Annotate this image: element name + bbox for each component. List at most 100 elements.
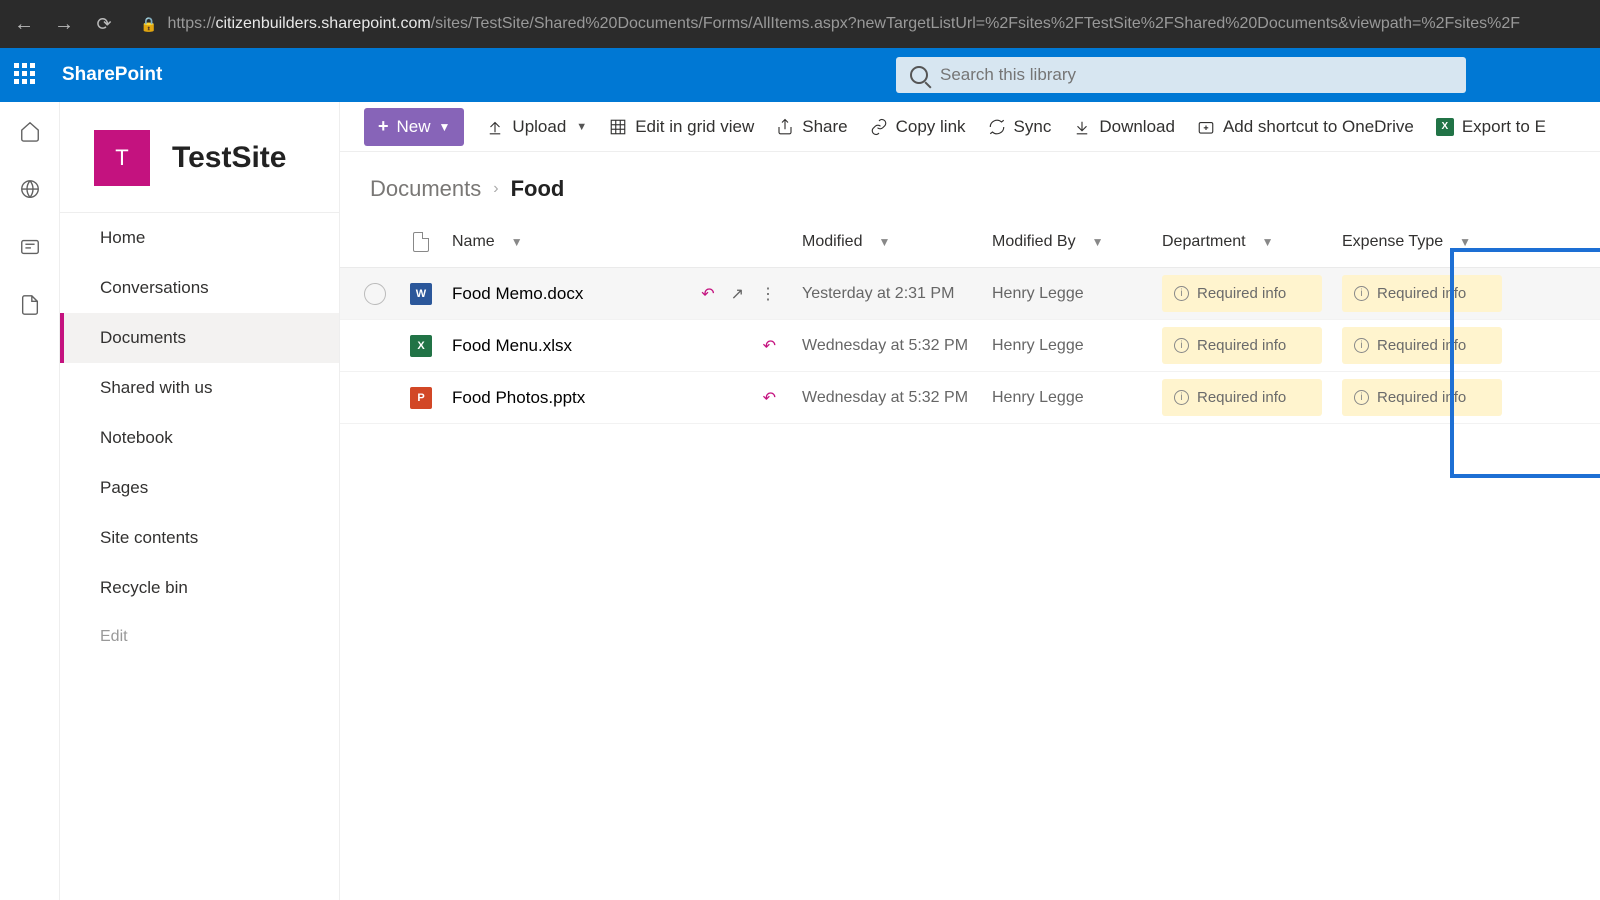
modified-by-cell[interactable]: Henry Legge [984, 337, 1154, 355]
nav-item-site-contents[interactable]: Site contents [60, 513, 339, 563]
col-modified[interactable]: Modified▼ [794, 233, 984, 251]
select-circle[interactable] [364, 283, 386, 305]
required-info-badge[interactable]: iRequired info [1342, 275, 1502, 312]
chevron-down-icon[interactable]: ▼ [511, 235, 523, 249]
file-name[interactable]: Food Menu.xlsx [452, 336, 572, 356]
xlsx-icon: X [410, 335, 432, 357]
export-label: Export to E [1462, 117, 1546, 137]
excel-icon: X [1436, 118, 1454, 136]
copy-link-button[interactable]: Copy link [870, 117, 966, 137]
edit-grid-label: Edit in grid view [635, 117, 754, 137]
nav-edit[interactable]: Edit [60, 613, 339, 661]
command-bar: + New ▼ Upload ▼ Edit in grid view Share… [340, 102, 1600, 152]
export-excel-button[interactable]: X Export to E [1436, 117, 1546, 137]
nav-item-pages[interactable]: Pages [60, 463, 339, 513]
table-row[interactable]: P Food Photos.pptx ↶ Wednesday at 5:32 P… [340, 372, 1600, 424]
sync-label: Sync [1014, 117, 1052, 137]
col-department[interactable]: Department▼ [1154, 233, 1334, 251]
nav-item-notebook[interactable]: Notebook [60, 413, 339, 463]
app-launcher-icon[interactable] [14, 63, 38, 87]
breadcrumb-root[interactable]: Documents [370, 176, 481, 202]
download-icon [1073, 118, 1091, 136]
search-input[interactable] [940, 65, 1452, 85]
share-icon[interactable]: ↗ [731, 284, 744, 304]
modified-by-cell[interactable]: Henry Legge [984, 389, 1154, 407]
search-box[interactable] [896, 57, 1466, 93]
modified-by-cell[interactable]: Henry Legge [984, 285, 1154, 303]
more-icon[interactable]: ⋮ [760, 284, 776, 304]
info-icon: i [1354, 338, 1369, 353]
sharepoint-brand[interactable]: SharePoint [62, 64, 162, 86]
share-label: Share [802, 117, 847, 137]
nav-item-documents[interactable]: Documents [60, 313, 339, 363]
checked-out-icon[interactable]: ↶ [763, 336, 776, 356]
browser-chrome: ← → ⟳ 🔒 https://citizenbuilders.sharepoi… [0, 0, 1600, 48]
nav-item-home[interactable]: Home [60, 213, 339, 263]
site-logo[interactable]: T [94, 130, 150, 186]
plus-icon: + [378, 116, 389, 137]
files-icon[interactable] [19, 294, 41, 316]
nav-item-shared-with-us[interactable]: Shared with us [60, 363, 339, 413]
required-info-badge[interactable]: iRequired info [1162, 275, 1322, 312]
news-icon[interactable] [19, 236, 41, 258]
required-info-badge[interactable]: iRequired info [1162, 327, 1322, 364]
required-info-badge[interactable]: iRequired info [1342, 379, 1502, 416]
new-label: New [397, 117, 431, 137]
globe-icon[interactable] [19, 178, 41, 200]
chevron-down-icon[interactable]: ▼ [1262, 235, 1274, 249]
col-name[interactable]: Name▼ [444, 233, 794, 251]
download-label: Download [1099, 117, 1175, 137]
pptx-icon: P [410, 387, 432, 409]
lock-icon: 🔒 [140, 16, 157, 33]
home-icon[interactable] [19, 120, 41, 142]
table-row[interactable]: W Food Memo.docx ↶ ↗ ⋮ Yesterday at 2:31 … [340, 268, 1600, 320]
sync-icon [988, 118, 1006, 136]
url-text: https://citizenbuilders.sharepoint.com/s… [167, 15, 1520, 33]
col-expense-type[interactable]: Expense Type▼ [1334, 233, 1514, 251]
modified-cell: Wednesday at 5:32 PM [794, 389, 984, 407]
col-modified-by[interactable]: Modified By▼ [984, 233, 1154, 251]
required-info-badge[interactable]: iRequired info [1162, 379, 1322, 416]
breadcrumb-current: Food [511, 176, 565, 202]
checked-out-icon[interactable]: ↶ [701, 284, 714, 304]
nav-item-recycle-bin[interactable]: Recycle bin [60, 563, 339, 613]
address-bar[interactable]: 🔒 https://citizenbuilders.sharepoint.com… [132, 15, 1588, 33]
share-button[interactable]: Share [776, 117, 847, 137]
info-icon: i [1174, 390, 1189, 405]
back-button[interactable]: ← [12, 13, 36, 36]
breadcrumb: Documents › Food [340, 152, 1600, 216]
chevron-down-icon[interactable]: ▼ [1092, 235, 1104, 249]
upload-button[interactable]: Upload ▼ [486, 117, 587, 137]
chevron-down-icon[interactable]: ▼ [1459, 235, 1471, 249]
share-icon [776, 118, 794, 136]
modified-cell: Wednesday at 5:32 PM [794, 337, 984, 355]
chevron-down-icon[interactable]: ▼ [878, 235, 890, 249]
add-shortcut-button[interactable]: Add shortcut to OneDrive [1197, 117, 1414, 137]
file-name[interactable]: Food Photos.pptx [452, 388, 585, 408]
forward-button[interactable]: → [52, 13, 76, 36]
sync-button[interactable]: Sync [988, 117, 1052, 137]
checked-out-icon[interactable]: ↶ [763, 388, 776, 408]
required-info-badge[interactable]: iRequired info [1342, 327, 1502, 364]
table-header: Name▼ Modified▼ Modified By▼ Department▼… [340, 216, 1600, 268]
site-nav: T TestSite HomeConversationsDocumentsSha… [60, 102, 340, 900]
shortcut-label: Add shortcut to OneDrive [1223, 117, 1414, 137]
docx-icon: W [410, 283, 432, 305]
file-type-icon [413, 232, 429, 252]
modified-cell: Yesterday at 2:31 PM [794, 285, 984, 303]
new-button[interactable]: + New ▼ [364, 108, 464, 146]
file-name[interactable]: Food Memo.docx [452, 284, 583, 304]
table-row[interactable]: X Food Menu.xlsx ↶ Wednesday at 5:32 PM … [340, 320, 1600, 372]
download-button[interactable]: Download [1073, 117, 1175, 137]
nav-item-conversations[interactable]: Conversations [60, 263, 339, 313]
edit-grid-button[interactable]: Edit in grid view [609, 117, 754, 137]
reload-button[interactable]: ⟳ [92, 14, 116, 35]
suite-header: SharePoint [0, 48, 1600, 102]
file-table: Name▼ Modified▼ Modified By▼ Department▼… [340, 216, 1600, 424]
info-icon: i [1354, 390, 1369, 405]
upload-label: Upload [512, 117, 566, 137]
search-icon [910, 66, 928, 84]
site-title[interactable]: TestSite [172, 141, 286, 175]
grid-icon [609, 118, 627, 136]
main-content: + New ▼ Upload ▼ Edit in grid view Share… [340, 102, 1600, 900]
